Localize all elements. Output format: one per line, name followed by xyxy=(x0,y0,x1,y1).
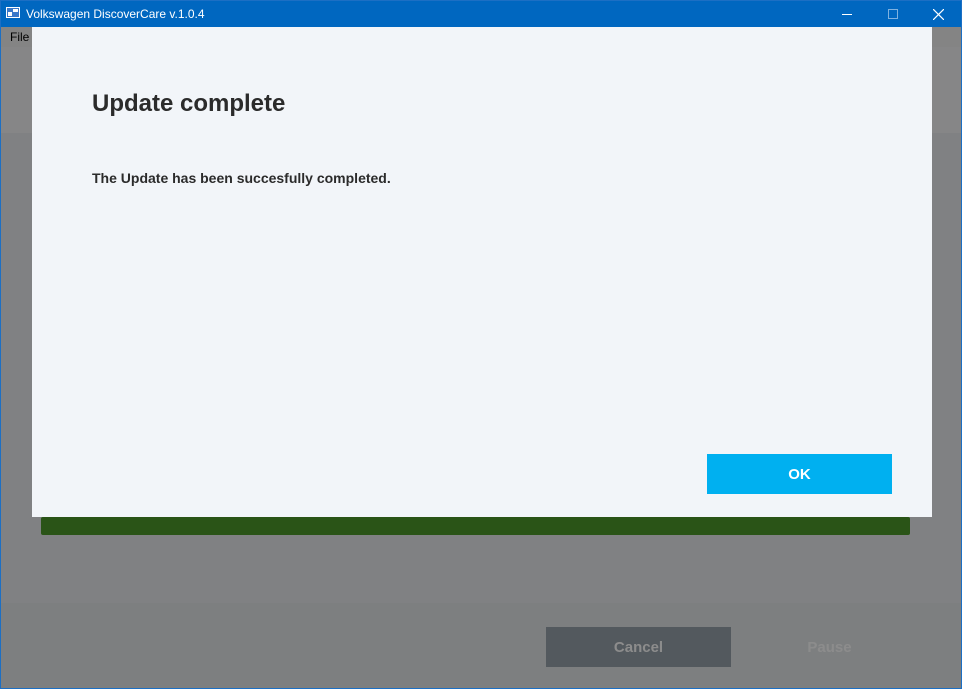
title-bar[interactable]: Volkswagen DiscoverCare v.1.0.4 xyxy=(1,1,961,27)
app-window: Volkswagen DiscoverCare v.1.0.4 File Can… xyxy=(0,0,962,689)
minimize-icon xyxy=(842,14,852,15)
update-complete-dialog: Update complete The Update has been succ… xyxy=(32,27,932,517)
window-title: Volkswagen DiscoverCare v.1.0.4 xyxy=(26,7,205,21)
ok-button[interactable]: OK xyxy=(707,454,892,494)
close-icon xyxy=(932,8,944,20)
dialog-title: Update complete xyxy=(92,90,286,117)
maximize-button[interactable] xyxy=(870,1,916,27)
app-icon xyxy=(6,7,20,18)
minimize-button[interactable] xyxy=(824,1,870,27)
maximize-icon xyxy=(888,9,898,19)
close-button[interactable] xyxy=(915,1,961,27)
dialog-message: The Update has been succesfully complete… xyxy=(92,170,391,186)
